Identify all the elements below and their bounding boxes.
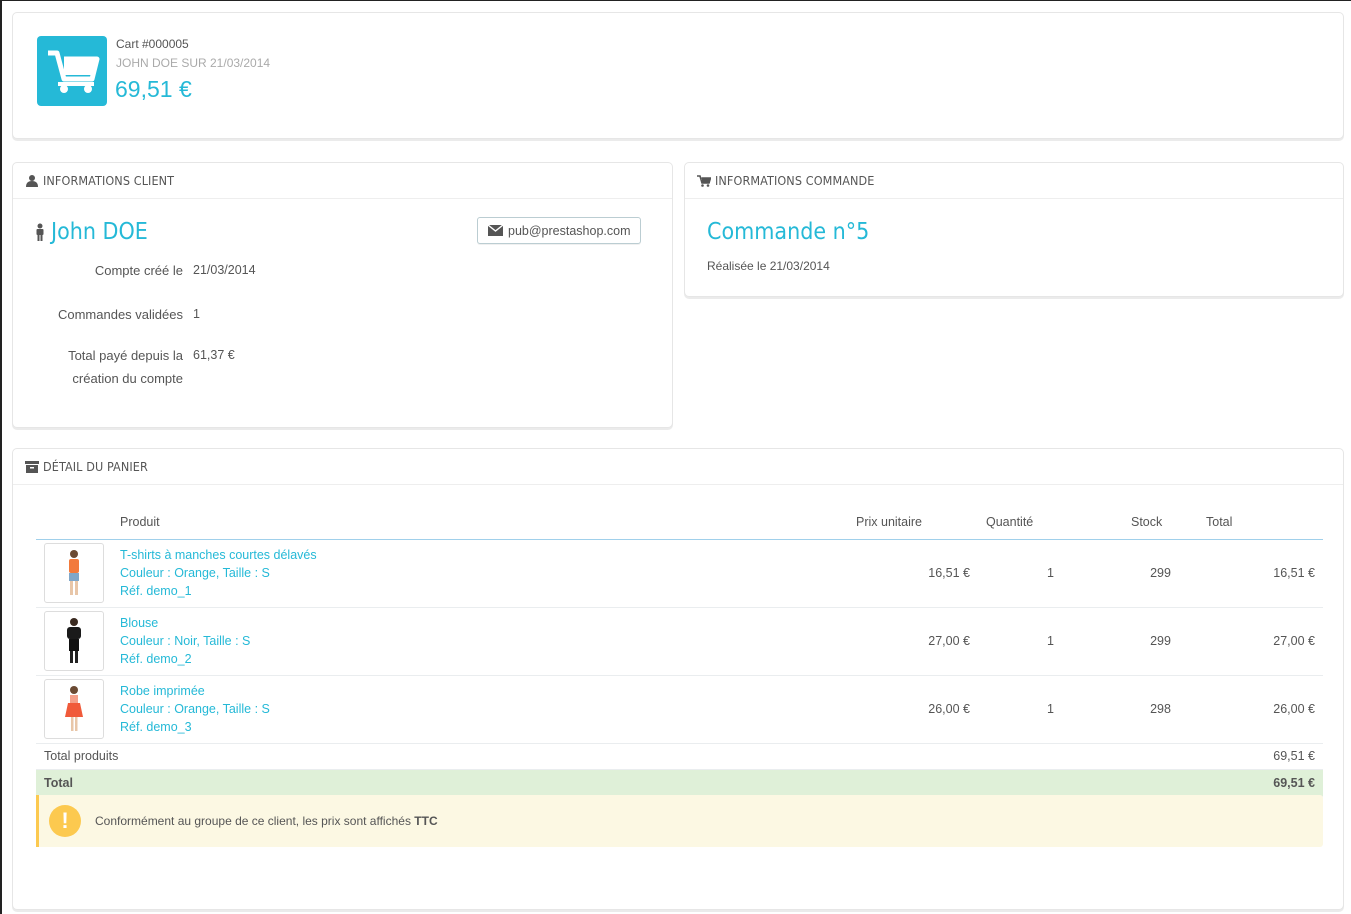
- total-cell: 27,00 €: [1198, 607, 1323, 676]
- product-image[interactable]: [44, 679, 104, 739]
- quantity-cell: 1: [978, 675, 1123, 744]
- stock-cell: 299: [1123, 607, 1198, 676]
- cart-title: Cart #000005: [116, 37, 189, 51]
- empty-cell: [978, 743, 1123, 770]
- col-product: Produit: [112, 506, 848, 540]
- tax-notice-text: Conformément au groupe de ce client, les…: [95, 814, 438, 828]
- product-cell: T-shirts à manches courtes délavés Coule…: [112, 539, 848, 608]
- order-date: Réalisée le 21/03/2014: [707, 259, 830, 273]
- total-paid-label-line2: création du compte: [72, 371, 183, 386]
- exclamation-icon: !: [49, 805, 81, 837]
- product-attributes[interactable]: Couleur : Orange, Taille : S: [120, 564, 840, 582]
- table-header-row: Produit Prix unitaire Quantité Stock Tot…: [36, 506, 1323, 540]
- product-thumb-cell: [36, 539, 112, 608]
- client-panel-title: INFORMATIONS CLIENT: [43, 172, 175, 188]
- cart-subtitle: JOHN DOE SUR 21/03/2014: [116, 56, 271, 70]
- product-attributes[interactable]: Couleur : Noir, Taille : S: [120, 632, 840, 650]
- envelope-icon: [488, 225, 503, 236]
- orders-validated-value: 1: [193, 307, 200, 321]
- cart-detail-panel: DÉTAIL DU PANIER Produit Prix unitaire Q…: [12, 448, 1344, 910]
- unit-price-cell: 27,00 €: [848, 607, 978, 676]
- account-created-label: Compte créé le: [94, 263, 183, 278]
- tax-notice-alert: ! Conformément au groupe de ce client, l…: [36, 795, 1323, 847]
- total-products-label: Total produits: [36, 743, 848, 770]
- total-cell: 16,51 €: [1198, 539, 1323, 608]
- product-name-link[interactable]: T-shirts à manches courtes délavés: [120, 546, 840, 564]
- product-name-link[interactable]: Robe imprimée: [120, 682, 840, 700]
- col-quantity: Quantité: [978, 506, 1123, 540]
- total-products-row: Total produits 69,51 €: [36, 743, 1323, 770]
- empty-cell: [848, 743, 978, 770]
- order-info-panel: INFORMATIONS COMMANDE Commande n°5 Réali…: [684, 162, 1344, 297]
- total-paid-label-line1: Total payé depuis la: [68, 348, 183, 363]
- table-row: Blouse Couleur : Noir, Taille : S Réf. d…: [36, 607, 1323, 676]
- empty-cell: [848, 769, 978, 797]
- cart-total: 69,51 €: [115, 76, 192, 102]
- stock-cell: 299: [1123, 539, 1198, 608]
- empty-cell: [978, 769, 1123, 797]
- male-icon: [36, 223, 44, 241]
- col-stock: Stock: [1123, 506, 1198, 540]
- product-image[interactable]: [44, 611, 104, 671]
- quantity-cell: 1: [978, 607, 1123, 676]
- order-title-link[interactable]: Commande n°5: [707, 219, 869, 245]
- col-unit-price: Prix unitaire: [848, 506, 978, 540]
- email-button[interactable]: pub@prestashop.com: [477, 217, 642, 244]
- empty-cell: [1123, 769, 1198, 797]
- product-ref[interactable]: Réf. demo_2: [120, 650, 840, 668]
- total-paid-value: 61,37 €: [193, 348, 235, 362]
- empty-cell: [1123, 743, 1198, 770]
- table-row: T-shirts à manches courtes délavés Coule…: [36, 539, 1323, 608]
- order-panel-title: INFORMATIONS COMMANDE: [715, 172, 875, 188]
- table-row: Robe imprimée Couleur : Orange, Taille :…: [36, 675, 1323, 744]
- client-name: John DOE: [51, 219, 148, 245]
- total-cell: 26,00 €: [1198, 675, 1323, 744]
- product-ref[interactable]: Réf. demo_1: [120, 582, 840, 600]
- order-panel-heading: INFORMATIONS COMMANDE: [685, 163, 1343, 199]
- product-thumb-cell: [36, 675, 112, 744]
- product-name-link[interactable]: Blouse: [120, 614, 840, 632]
- cart-icon: [37, 36, 107, 106]
- unit-price-cell: 16,51 €: [848, 539, 978, 608]
- col-total: Total: [1198, 506, 1323, 540]
- client-panel-heading: INFORMATIONS CLIENT: [13, 163, 672, 199]
- products-table: Produit Prix unitaire Quantité Stock Tot…: [36, 506, 1323, 797]
- user-icon: [26, 174, 38, 187]
- product-thumb-cell: [36, 607, 112, 676]
- cart-detail-heading: DÉTAIL DU PANIER: [13, 449, 1343, 485]
- col-image: [36, 506, 112, 540]
- total-products-value: 69,51 €: [1198, 743, 1323, 770]
- archive-icon: [25, 460, 39, 473]
- cart-detail-title: DÉTAIL DU PANIER: [43, 458, 148, 474]
- cart-small-icon: [697, 174, 711, 187]
- orders-validated-label: Commandes validées: [57, 307, 183, 322]
- quantity-cell: 1: [978, 539, 1123, 608]
- client-name-link[interactable]: John DOE: [35, 219, 148, 245]
- grand-total-row: Total 69,51 €: [36, 769, 1323, 797]
- email-label: pub@prestashop.com: [508, 223, 631, 238]
- grand-total-label: Total: [36, 769, 848, 797]
- stock-cell: 298: [1123, 675, 1198, 744]
- tax-notice-main: Conformément au groupe de ce client, les…: [95, 814, 411, 828]
- account-created-value: 21/03/2014: [193, 263, 256, 277]
- tax-notice-bold: TTC: [414, 814, 438, 828]
- product-ref[interactable]: Réf. demo_3: [120, 718, 840, 736]
- cart-summary-panel: Cart #000005 JOHN DOE SUR 21/03/2014 69,…: [12, 12, 1344, 139]
- product-attributes[interactable]: Couleur : Orange, Taille : S: [120, 700, 840, 718]
- client-info-panel: INFORMATIONS CLIENT John DOE pub@prestas…: [12, 162, 673, 428]
- grand-total-value: 69,51 €: [1198, 769, 1323, 797]
- unit-price-cell: 26,00 €: [848, 675, 978, 744]
- product-cell: Robe imprimée Couleur : Orange, Taille :…: [112, 675, 848, 744]
- product-image[interactable]: [44, 543, 104, 603]
- product-cell: Blouse Couleur : Noir, Taille : S Réf. d…: [112, 607, 848, 676]
